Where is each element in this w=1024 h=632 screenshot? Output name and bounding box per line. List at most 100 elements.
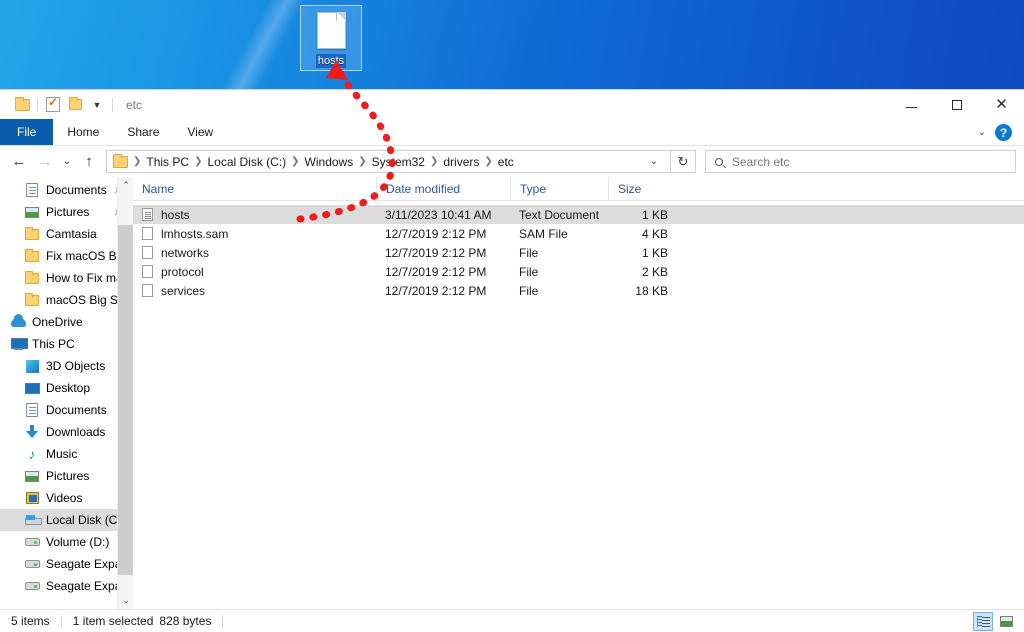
back-button[interactable]: ← <box>6 149 32 175</box>
refresh-button[interactable]: ↻ <box>671 150 696 173</box>
sidebar-scrollbar[interactable]: ⌃ ⌄ <box>117 177 133 609</box>
sidebar-item-seagate-expansion[interactable]: Seagate Expansion <box>0 575 133 597</box>
videos-icon <box>24 490 40 506</box>
sidebar-item-label: Documents <box>46 183 107 197</box>
breadcrumb-separator: ❯ <box>484 156 493 167</box>
file-name-cell: hosts <box>133 208 376 222</box>
search-icon <box>713 155 725 168</box>
properties-icon[interactable] <box>42 94 64 116</box>
column-header-type[interactable]: Type <box>510 177 608 201</box>
sidebar-item-label: Downloads <box>46 425 106 439</box>
close-button[interactable]: ✕ <box>979 90 1024 119</box>
help-icon[interactable]: ? <box>995 124 1012 141</box>
scrollbar-thumb[interactable] <box>118 225 133 575</box>
tab-view[interactable]: View <box>173 119 227 145</box>
file-name-cell: networks <box>133 246 376 260</box>
sidebar-item-label: Pictures <box>46 469 90 483</box>
minimize-button[interactable] <box>889 90 934 119</box>
sidebar-item-onedrive[interactable]: OneDrive <box>0 311 133 333</box>
file-size-cell: 1 KB <box>641 207 668 222</box>
large-icons-view-button[interactable] <box>996 612 1016 631</box>
breadcrumb-separator: ❯ <box>194 156 203 167</box>
table-row[interactable]: networks 12/7/2019 2:12 PM File 1 KB <box>133 243 1024 262</box>
column-header-name-label: Name <box>142 181 175 196</box>
window-controls: ✕ <box>889 90 1024 119</box>
file-type-cell: SAM File <box>519 226 568 241</box>
music-icon: ♪ <box>28 446 36 462</box>
folder-icon <box>24 292 40 308</box>
sidebar-item-macos-big-sur-is[interactable]: macOS Big Sur IS <box>0 289 133 311</box>
tab-home[interactable]: Home <box>53 119 113 145</box>
column-header-type-label: Type <box>520 181 547 196</box>
breadcrumb-this-pc[interactable]: This PC <box>142 155 193 169</box>
sidebar-item-documents[interactable]: Documents <box>0 399 133 421</box>
breadcrumb-system32[interactable]: System32 <box>368 155 429 169</box>
column-header-size[interactable]: Size <box>608 177 678 201</box>
details-view-button[interactable] <box>973 612 993 631</box>
sidebar-item-fix-macos-big-s[interactable]: Fix macOS Big S <box>0 245 133 267</box>
sidebar-item-downloads[interactable]: Downloads <box>0 421 133 443</box>
sidebar-item-volume-d[interactable]: Volume (D:) <box>0 531 133 553</box>
quick-access-toolbar: ▼ etc <box>0 94 142 116</box>
file-name-label: hosts <box>161 207 190 222</box>
view-mode-buttons <box>973 612 1016 631</box>
text-file-icon <box>142 208 153 221</box>
search-input[interactable]: Search etc <box>705 150 1016 173</box>
up-button[interactable]: ↑ <box>76 149 102 175</box>
folder-icon[interactable] <box>11 94 33 116</box>
table-row[interactable]: hosts 3/11/2023 10:41 AM Text Document 1 KB <box>133 205 1024 224</box>
file-name-cell: services <box>133 284 376 298</box>
scroll-down-arrow-icon[interactable]: ⌄ <box>118 592 133 609</box>
sidebar-item-local-disk-c[interactable]: Local Disk (C:) <box>0 509 133 531</box>
tab-share[interactable]: Share <box>113 119 173 145</box>
chevron-down-icon[interactable]: ⌄ <box>978 127 986 138</box>
recent-locations-button[interactable]: ⌄ <box>58 149 76 175</box>
folder-icon <box>24 270 40 286</box>
breadcrumb[interactable]: ❯ This PC ❯ Local Disk (C:) ❯ Windows ❯ … <box>106 150 671 173</box>
sidebar-item-desktop[interactable]: Desktop <box>0 377 133 399</box>
file-icon <box>142 284 153 297</box>
table-row[interactable]: protocol 12/7/2019 2:12 PM File 2 KB <box>133 262 1024 281</box>
breadcrumb-drivers[interactable]: drivers <box>439 155 483 169</box>
breadcrumb-windows[interactable]: Windows <box>301 155 358 169</box>
table-row[interactable]: services 12/7/2019 2:12 PM File 18 KB <box>133 281 1024 300</box>
breadcrumb-local-disk[interactable]: Local Disk (C:) <box>203 155 290 169</box>
sidebar-item-pictures[interactable]: Pictures⚲ <box>0 201 133 223</box>
breadcrumb-dropdown-icon[interactable]: ⌄ <box>642 156 666 167</box>
sidebar-item-label: OneDrive <box>32 315 83 329</box>
sidebar-item-label: Videos <box>46 491 83 505</box>
forward-button[interactable]: → <box>32 149 58 175</box>
sidebar-item-videos[interactable]: Videos <box>0 487 133 509</box>
sidebar-item-how-to-fix-maco[interactable]: How to Fix macO <box>0 267 133 289</box>
file-date-cell: 12/7/2019 2:12 PM <box>385 245 487 260</box>
sidebar-item-label: Volume (D:) <box>46 535 110 549</box>
sidebar-item-music[interactable]: ♪ Music <box>0 443 133 465</box>
column-header-date-modified[interactable]: Date modified <box>376 177 510 201</box>
ribbon-right-controls: ⌄ ? <box>978 119 1018 146</box>
tab-file[interactable]: File <box>0 119 54 145</box>
column-header-name[interactable]: Name ⌃ <box>133 177 376 201</box>
column-header-row: Name ⌃ Date modified Type Size <box>133 177 1024 201</box>
maximize-button[interactable] <box>934 90 979 119</box>
file-name-label: networks <box>161 245 210 260</box>
file-date-cell: 3/11/2023 10:41 AM <box>385 207 492 222</box>
file-list-pane: Name ⌃ Date modified Type Size hosts 3/11… <box>133 177 1024 609</box>
divider <box>112 97 113 112</box>
status-bar: 5 items 1 item selected 828 bytes <box>0 609 1024 632</box>
sidebar-item-pictures[interactable]: Pictures <box>0 465 133 487</box>
sidebar-item-label: Local Disk (C:) <box>46 513 125 527</box>
sidebar-item-documents[interactable]: Documents⚲ <box>0 179 133 201</box>
breadcrumb-etc[interactable]: etc <box>494 155 518 169</box>
details-view-icon <box>976 616 990 627</box>
sidebar-item-3d-objects[interactable]: 3D Objects <box>0 355 133 377</box>
sidebar-item-seagate-expansi[interactable]: Seagate Expansi <box>0 553 133 575</box>
file-explorer-window: ▼ etc ✕ File Home Share View ⌄ ? ← <box>0 89 1024 632</box>
sidebar-item-this-pc[interactable]: This PC <box>0 333 133 355</box>
desktop-icon-hosts[interactable]: hosts <box>300 5 362 71</box>
table-row[interactable]: lmhosts.sam 12/7/2019 2:12 PM SAM File 4 KB <box>133 224 1024 243</box>
sidebar-item-camtasia[interactable]: Camtasia <box>0 223 133 245</box>
scroll-up-arrow-icon[interactable]: ⌃ <box>118 177 133 194</box>
column-header-date-label: Date modified <box>386 181 461 196</box>
new-folder-icon[interactable] <box>64 94 86 116</box>
customize-caret-icon[interactable]: ▼ <box>86 94 108 116</box>
